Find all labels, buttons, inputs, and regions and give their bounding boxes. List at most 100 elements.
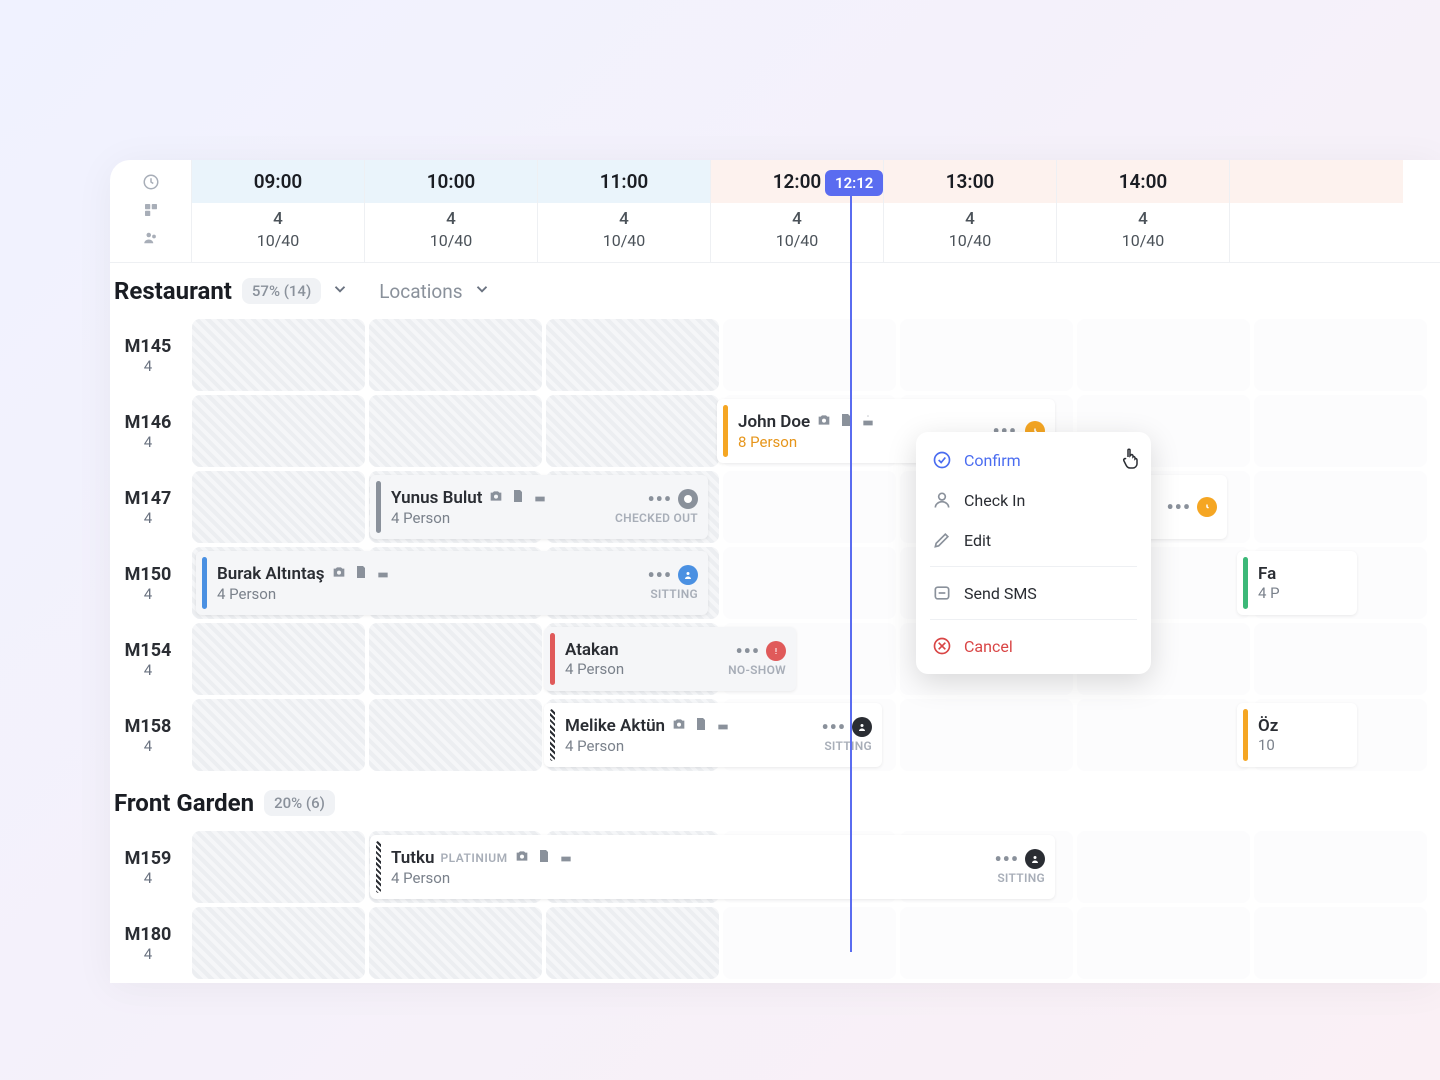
pencil-icon xyxy=(932,530,952,550)
timeline-app: 09:00410/40 10:00410/40 11:00410/40 12:0… xyxy=(110,160,1440,983)
more-icon[interactable]: ••• xyxy=(647,489,672,509)
reservation-name: Tutku xyxy=(391,848,434,868)
reservation-card-yunus[interactable]: Yunus Bulut 4 Person ••• CHECKED OUT xyxy=(370,475,708,539)
reservation-card-melike[interactable]: Melike Aktün 4 Person ••• SITTING xyxy=(544,703,882,767)
status-bar xyxy=(1243,709,1248,761)
more-icon[interactable]: ••• xyxy=(1166,497,1191,517)
chevron-down-icon[interactable] xyxy=(331,280,349,302)
reservation-status: SITTING xyxy=(650,587,698,601)
reservation-card-oz[interactable]: Öz10 xyxy=(1237,703,1357,767)
table-label[interactable]: M1454 xyxy=(110,319,186,391)
section-title: Front Garden xyxy=(114,789,254,817)
alert-icon xyxy=(766,641,786,661)
reservation-card-fa[interactable]: Fa4 P xyxy=(1237,551,1357,615)
table-row-m180: M1804 xyxy=(110,907,1440,979)
menu-item-sms[interactable]: Send SMS xyxy=(916,573,1151,613)
reservation-name: Burak Altıntaş xyxy=(217,564,325,584)
status-bar xyxy=(550,633,555,685)
reservation-name: Atakan xyxy=(565,640,619,660)
menu-item-checkin[interactable]: Check In xyxy=(916,480,1151,520)
reservation-meta: 4 P xyxy=(1258,584,1347,602)
reservation-name: Yunus Bulut xyxy=(391,488,482,508)
menu-label: Confirm xyxy=(964,451,1021,470)
reservation-context-menu: Confirm Check In Edit Send SMS Cancel xyxy=(916,432,1151,674)
time-col-1300[interactable]: 13:00410/40 xyxy=(884,160,1057,262)
reservation-name: Öz xyxy=(1258,716,1278,736)
note-icon xyxy=(510,488,526,509)
more-icon[interactable]: ••• xyxy=(821,717,846,737)
cake-icon xyxy=(558,848,574,869)
section-occupancy-badge: 20% (6) xyxy=(264,790,335,816)
section-header-front-garden: Front Garden 20% (6) xyxy=(110,775,1440,831)
reservation-meta: 4 Person xyxy=(565,660,728,678)
table-label[interactable]: M1504 xyxy=(110,547,186,619)
note-icon xyxy=(353,564,369,585)
cursor-pointer-icon xyxy=(1120,445,1144,473)
table-label[interactable]: M1544 xyxy=(110,623,186,695)
cake-icon xyxy=(532,488,548,509)
reservation-name: Melike Aktün xyxy=(565,716,665,736)
note-icon xyxy=(693,716,709,737)
locations-filter[interactable]: Locations xyxy=(379,280,462,303)
status-bar xyxy=(550,709,555,761)
table-label[interactable]: M1594 xyxy=(110,831,186,903)
chevron-down-icon[interactable] xyxy=(473,280,491,302)
reservation-card-atakan[interactable]: Atakan4 Person ••• NO-SHOW xyxy=(544,627,796,691)
status-badge-icon xyxy=(1197,497,1217,517)
section-title: Restaurant xyxy=(114,277,232,305)
table-row-m147: M1474 Yunus Bulut 4 Person ••• CHECKED O… xyxy=(110,471,1440,543)
status-bar xyxy=(376,481,381,533)
time-col-1400[interactable]: 14:00410/40 xyxy=(1057,160,1230,262)
menu-label: Check In xyxy=(964,491,1025,510)
menu-label: Cancel xyxy=(964,637,1013,656)
status-badge-icon xyxy=(1025,849,1045,869)
status-bar xyxy=(1243,557,1248,609)
table-label[interactable]: M1584 xyxy=(110,699,186,771)
time-col-1100[interactable]: 11:00410/40 xyxy=(538,160,711,262)
camera-icon xyxy=(514,848,530,869)
status-bar xyxy=(202,557,207,609)
time-col-0900[interactable]: 09:00410/40 xyxy=(192,160,365,262)
cake-icon xyxy=(715,716,731,737)
menu-item-confirm[interactable]: Confirm xyxy=(916,440,1151,480)
section-occupancy-badge: 57% (14) xyxy=(242,278,321,304)
table-label[interactable]: M1804 xyxy=(110,907,186,979)
table-label[interactable]: M1464 xyxy=(110,395,186,467)
grid-icon xyxy=(141,200,161,220)
section-header-restaurant: Restaurant 57% (14) Locations xyxy=(110,263,1440,319)
time-col-1500[interactable] xyxy=(1230,160,1403,262)
menu-item-cancel[interactable]: Cancel xyxy=(916,626,1151,666)
time-col-1000[interactable]: 10:00410/40 xyxy=(365,160,538,262)
current-time-badge: 12:12 xyxy=(825,170,883,196)
sms-icon xyxy=(932,583,952,603)
membership-tag: PLATINIUM xyxy=(440,851,507,865)
check-circle-icon xyxy=(932,450,952,470)
reservation-meta: 4 Person xyxy=(391,509,615,527)
menu-separator xyxy=(930,619,1137,620)
menu-item-edit[interactable]: Edit xyxy=(916,520,1151,560)
table-row-m159: M1594 Tutku PLATINIUM 4 Person ••• SITTI… xyxy=(110,831,1440,903)
reservation-card-tutku[interactable]: Tutku PLATINIUM 4 Person ••• SITTING xyxy=(370,835,1055,899)
cancel-icon xyxy=(932,636,952,656)
table-row-m150: M1504 Burak Altıntaş 4 Person ••• SITTIN… xyxy=(110,547,1440,619)
more-icon[interactable]: ••• xyxy=(735,641,760,661)
reservation-status: CHECKED OUT xyxy=(615,511,698,525)
reservation-status: SITTING xyxy=(824,739,872,753)
cake-icon xyxy=(860,412,876,433)
camera-icon xyxy=(331,564,347,585)
person-icon xyxy=(932,490,952,510)
camera-icon xyxy=(488,488,504,509)
reservation-card-burak[interactable]: Burak Altıntaş 4 Person ••• SITTING xyxy=(196,551,708,615)
camera-icon xyxy=(671,716,687,737)
reservation-meta: 4 Person xyxy=(565,737,821,755)
status-badge-icon xyxy=(678,565,698,585)
menu-label: Edit xyxy=(964,531,991,550)
reservation-status: NO-SHOW xyxy=(728,663,786,677)
more-icon[interactable]: ••• xyxy=(994,849,1019,869)
current-time-line xyxy=(850,192,852,952)
timeline-header: 09:00410/40 10:00410/40 11:00410/40 12:0… xyxy=(110,160,1440,263)
menu-separator xyxy=(930,566,1137,567)
more-icon[interactable]: ••• xyxy=(647,565,672,585)
menu-label: Send SMS xyxy=(964,584,1037,603)
table-label[interactable]: M1474 xyxy=(110,471,186,543)
